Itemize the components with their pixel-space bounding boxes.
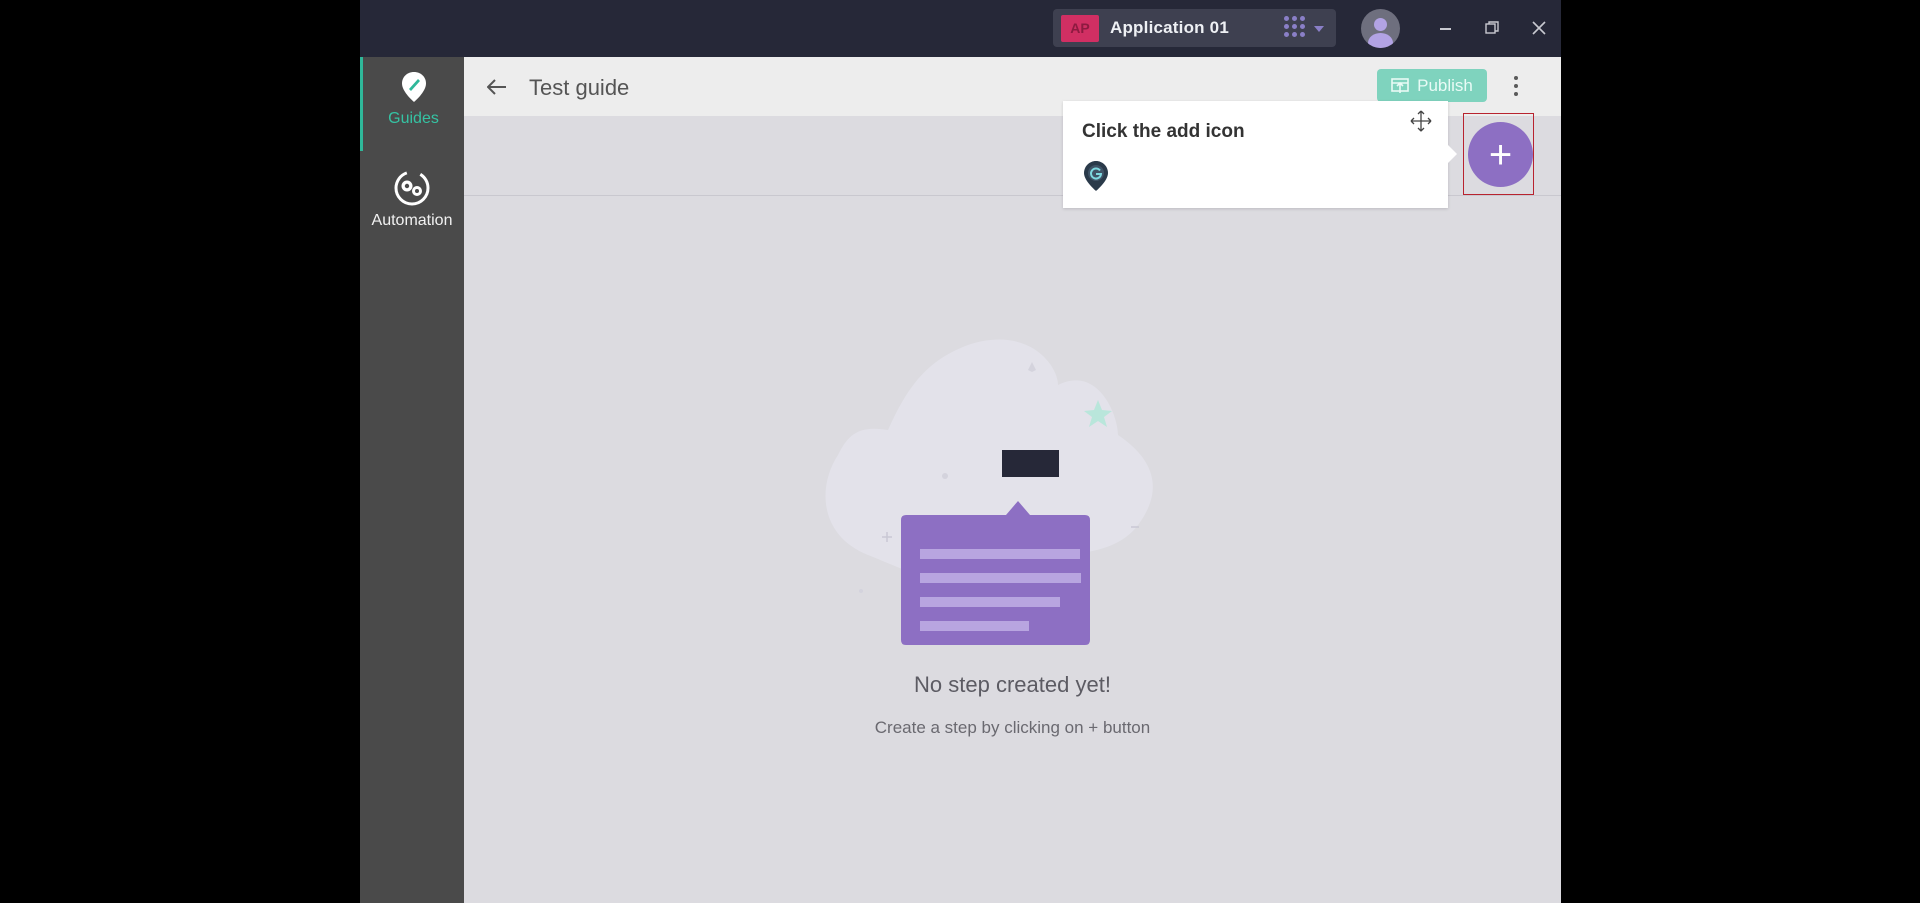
more-options-icon[interactable] (1504, 72, 1528, 100)
empty-state-illustration (825, 339, 1153, 645)
title-bar: AP Application 01 (360, 0, 1561, 57)
publish-button[interactable]: Publish (1377, 69, 1487, 102)
publish-label: Publish (1417, 75, 1473, 95)
guides-pin-icon (401, 72, 426, 102)
app-name: Application 01 (1110, 18, 1229, 37)
chevron-down-icon[interactable] (1314, 26, 1324, 32)
app-badge: AP (1061, 14, 1099, 42)
app-window: AP Application 01 Guides Automation Test… (360, 0, 1561, 903)
empty-state-subtitle: Create a step by clicking on + button (874, 718, 1151, 737)
back-arrow-icon[interactable] (484, 74, 510, 100)
app-switcher[interactable]: AP Application 01 (1053, 9, 1336, 47)
restore-button[interactable] (1478, 14, 1506, 42)
publish-icon (1391, 77, 1409, 93)
move-handle-icon[interactable] (1410, 110, 1432, 132)
guide-tooltip: Click the add icon (1063, 101, 1457, 208)
sidebar-item-label: Guides (388, 110, 439, 127)
automation-gears-icon (394, 170, 430, 206)
close-icon (1532, 21, 1546, 35)
sidebar-item-automation[interactable]: Automation (360, 157, 464, 237)
minimize-button[interactable] (1431, 14, 1459, 42)
sidebar-item-label: Automation (371, 212, 453, 229)
add-step-button[interactable]: + (1468, 122, 1533, 187)
apps-grid-icon[interactable] (1284, 16, 1306, 38)
brand-logo-icon (1084, 161, 1108, 191)
close-button[interactable] (1525, 14, 1553, 42)
sidebar: Guides Automation (360, 57, 464, 903)
avatar[interactable] (1361, 9, 1400, 48)
page-title: Test guide (529, 75, 630, 100)
tooltip-title: Click the add icon (1082, 121, 1245, 142)
empty-state-title: No step created yet! (914, 672, 1111, 697)
sidebar-item-guides[interactable]: Guides (360, 57, 464, 151)
